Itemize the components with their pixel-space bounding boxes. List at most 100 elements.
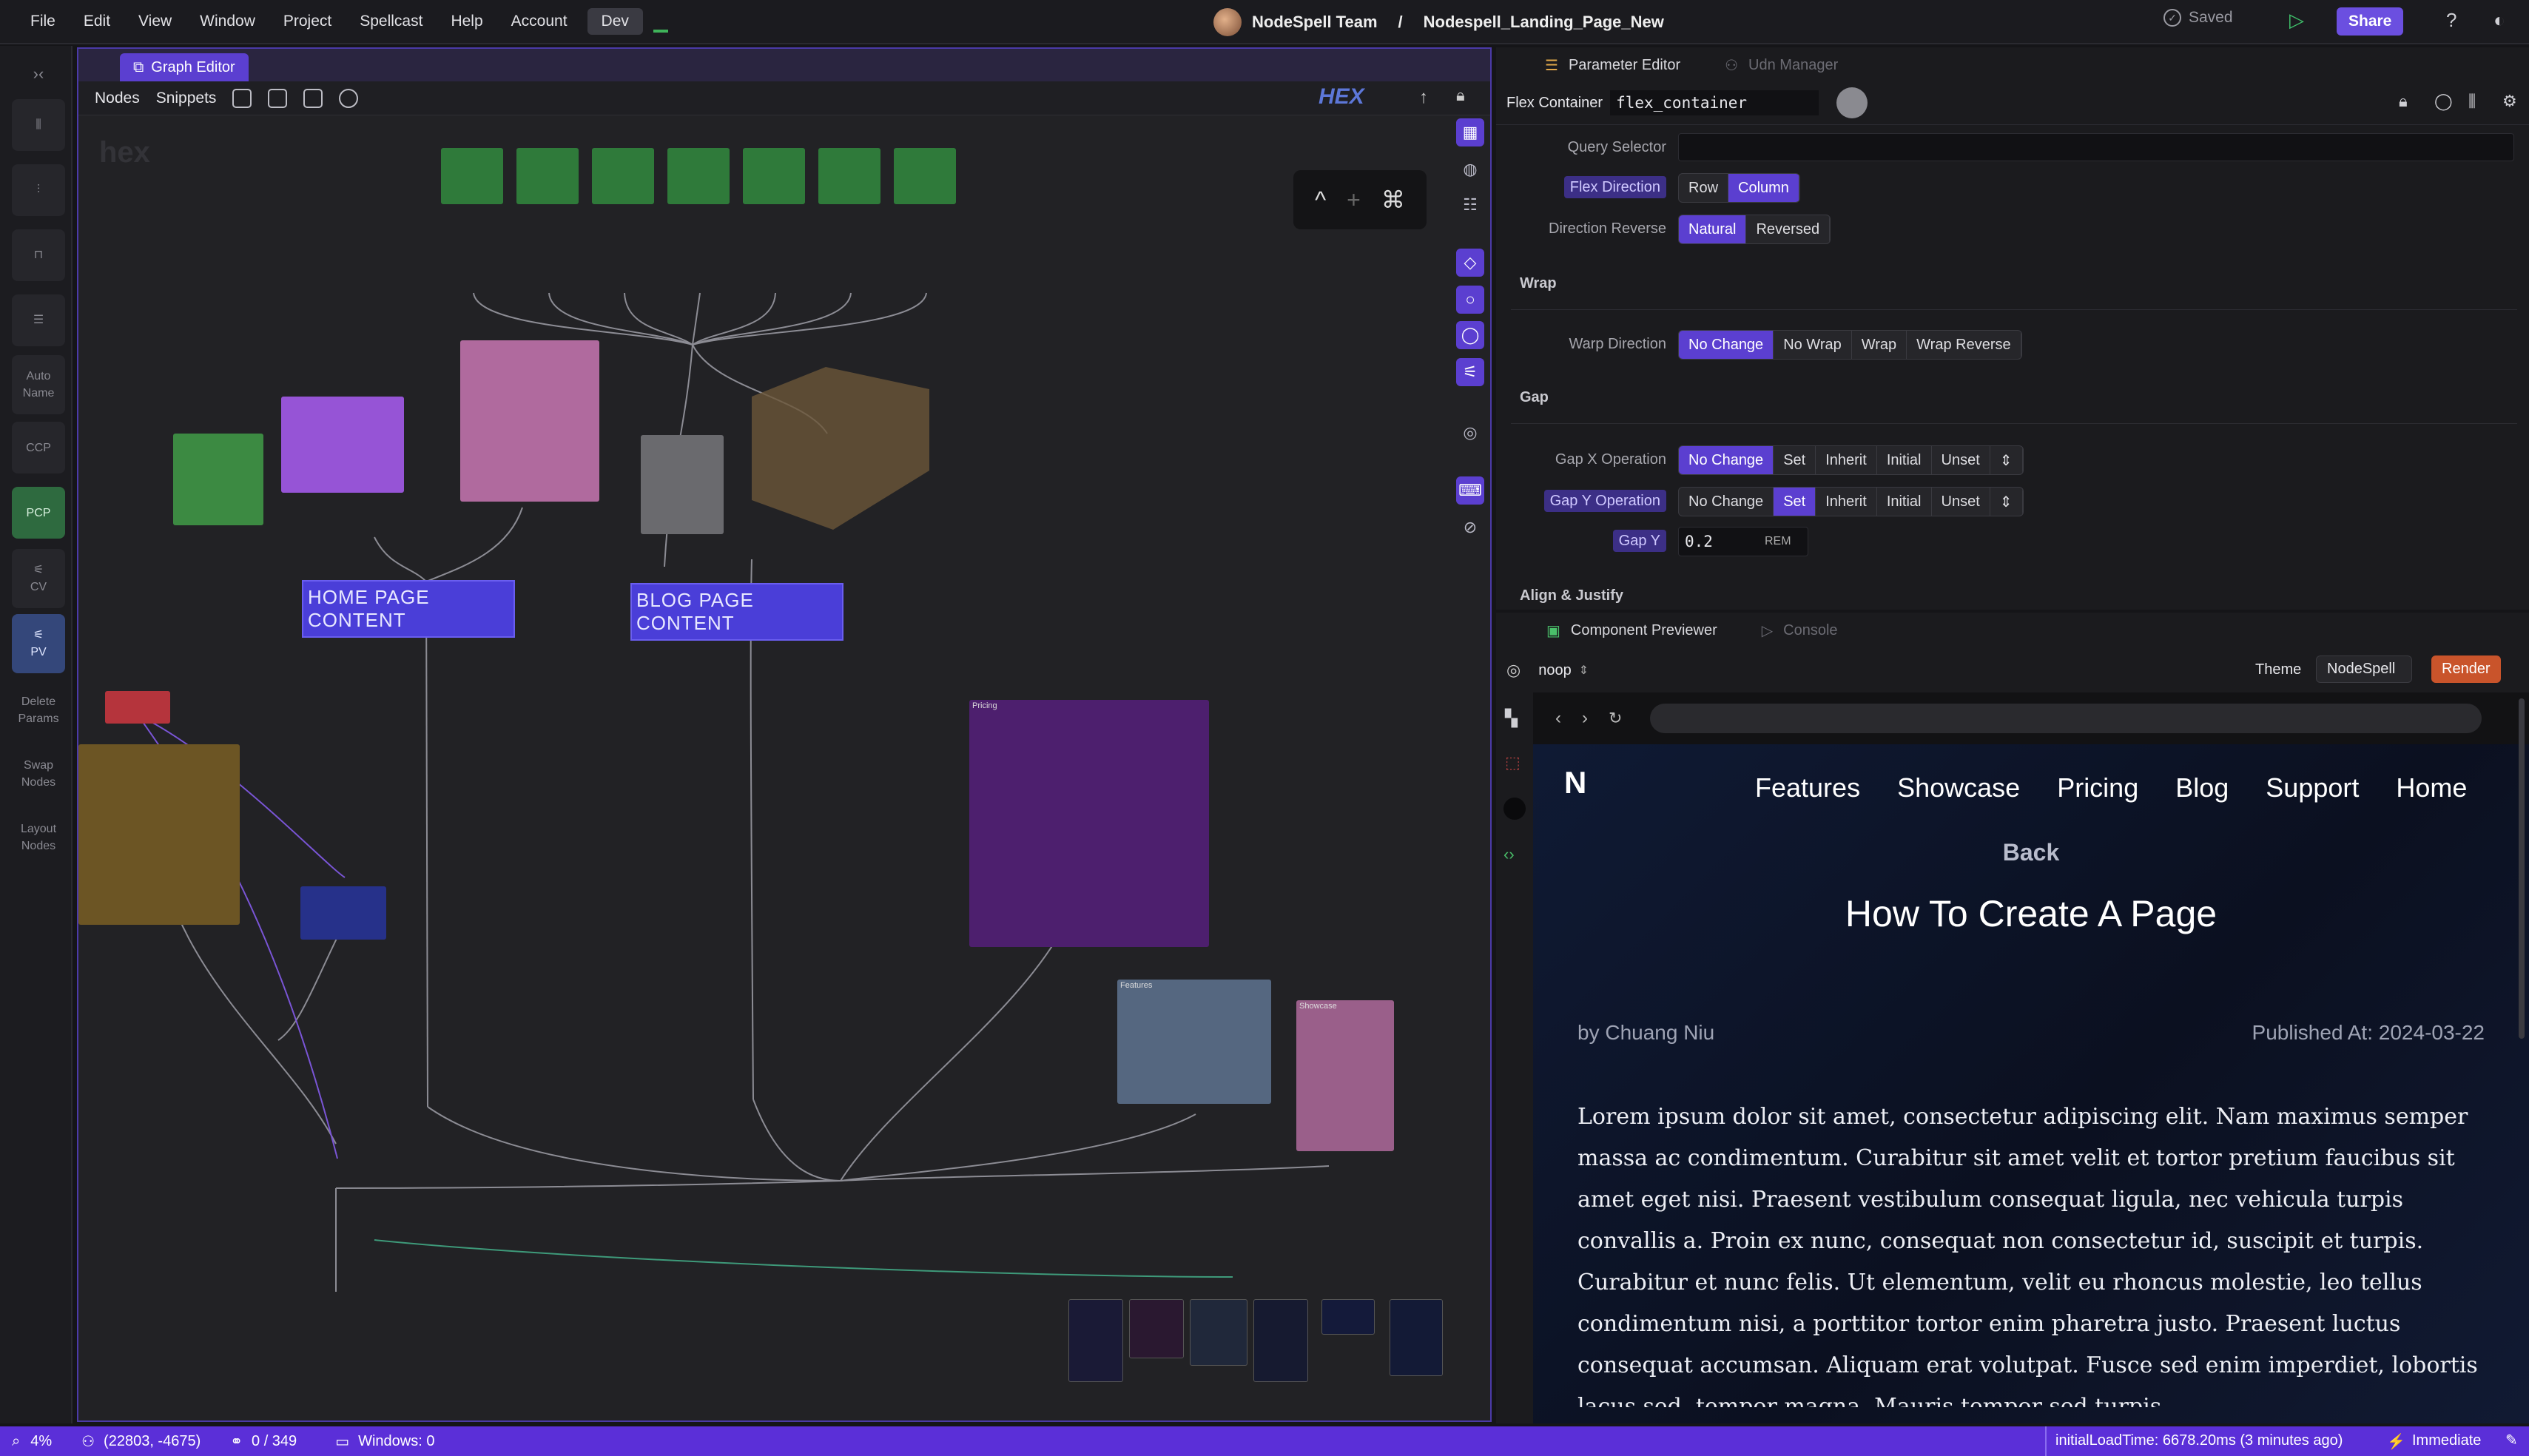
warp-wrap-reverse[interactable]: Wrap Reverse [1907, 331, 2021, 359]
comment-icon[interactable]: ◯ [1456, 321, 1484, 349]
fingerprint-icon[interactable]: ◎ [1456, 419, 1484, 447]
pv-button[interactable]: ⚟ PV [12, 614, 65, 673]
preview-thumbnail[interactable] [1068, 1299, 1123, 1382]
gap-y-value-input[interactable]: 0.2 [1679, 533, 1765, 550]
nodespell-logo[interactable]: N [1564, 765, 1586, 801]
nav-pricing[interactable]: Pricing [2057, 772, 2138, 803]
preview-scrollbar[interactable] [2519, 698, 2525, 1039]
delete-params-button[interactable]: Delete Params [12, 681, 65, 740]
distribute-horizontal-icon[interactable]: ⊓ [12, 229, 65, 281]
share-button[interactable]: Share [2337, 7, 2404, 36]
grid-icon[interactable]: ▦ [1456, 118, 1484, 146]
distribute-vertical-icon[interactable]: ☰ [12, 294, 65, 346]
doc-node[interactable] [894, 148, 956, 204]
auto-name-button[interactable]: Auto Name [12, 355, 65, 414]
gap-y-no-change[interactable]: No Change [1679, 488, 1774, 516]
menu-view[interactable]: View [124, 0, 186, 44]
circle-icon[interactable]: ○ [1456, 286, 1484, 314]
dark-mode-icon[interactable] [1503, 798, 1526, 820]
preview-thumbnail[interactable] [1321, 1299, 1375, 1335]
refresh-icon[interactable]: ↻ [1609, 709, 1622, 728]
pcp-button[interactable]: PCP [12, 487, 65, 539]
gap-y-unit[interactable]: REM [1765, 535, 1791, 548]
showcase-node-group[interactable]: Showcase [1296, 1000, 1394, 1151]
swap-nodes-button[interactable]: Swap Nodes [12, 744, 65, 803]
compass-icon[interactable]: ⊘ [1456, 513, 1484, 542]
update-mode[interactable]: Immediate [2412, 1432, 2481, 1449]
warp-no-wrap[interactable]: No Wrap [1774, 331, 1852, 359]
doc-node[interactable] [516, 148, 579, 204]
tab-component-previewer[interactable]: ▣ Component Previewer [1546, 621, 1717, 640]
render-button[interactable]: Render [2431, 655, 2501, 683]
cv-button[interactable]: ⚟ CV [12, 549, 65, 608]
doc-node[interactable] [441, 148, 503, 204]
features-node-group[interactable]: Features [1117, 980, 1271, 1104]
collapse-icon[interactable]: ›‹ [12, 59, 65, 89]
target-icon[interactable]: ◎ [1506, 661, 1521, 680]
gap-x-initial[interactable]: Initial [1877, 446, 1932, 474]
mode-select[interactable]: noop [1538, 662, 1572, 679]
gap-y-inherit[interactable]: Inherit [1816, 488, 1877, 516]
red-node[interactable] [105, 691, 170, 724]
gap-y-set[interactable]: Set [1774, 488, 1816, 516]
help-icon[interactable]: ? [2446, 9, 2456, 32]
palette-icon[interactable]: ◍ [1456, 155, 1484, 183]
node-group-gray[interactable] [641, 435, 724, 534]
comment-icon[interactable]: ◯ [2434, 92, 2453, 111]
gap-x-unset[interactable]: Unset [1932, 446, 1990, 474]
sliders-icon[interactable]: ☷ [1456, 191, 1484, 219]
edit-icon[interactable]: ✎ [2505, 1431, 2518, 1449]
address-bar[interactable] [1650, 704, 2482, 733]
nav-features[interactable]: Features [1755, 772, 1860, 803]
node-group-pink[interactable] [460, 340, 599, 502]
home-page-content-group[interactable]: HOME PAGE CONTENT [302, 580, 515, 638]
tag-icon[interactable]: ◇ [1456, 249, 1484, 277]
chevron-updown-icon[interactable]: ⇕ [1990, 488, 2023, 516]
select-box-icon[interactable]: ⬚ [1505, 753, 1521, 772]
node-group-brown[interactable] [78, 744, 240, 925]
direction-natural[interactable]: Natural [1679, 215, 1747, 243]
align-center-icon[interactable]: ⫶ [12, 164, 65, 216]
gap-y-unset[interactable]: Unset [1932, 488, 1990, 516]
gap-y-initial[interactable]: Initial [1877, 488, 1932, 516]
library-icon[interactable]: ⫼ [2468, 92, 2476, 111]
warp-wrap[interactable]: Wrap [1852, 331, 1907, 359]
tab-udn-manager[interactable]: ⚇ Udn Manager [1725, 56, 1838, 75]
keyboard-icon[interactable]: ⌨ [1456, 476, 1484, 505]
nav-home[interactable]: Home [2396, 772, 2467, 803]
chevron-updown-icon[interactable]: ⇕ [1579, 663, 1589, 678]
code-icon[interactable]: ‹› [1503, 845, 1515, 864]
gap-x-set[interactable]: Set [1774, 446, 1816, 474]
layout-nodes-button[interactable]: Layout Nodes [12, 808, 65, 867]
menu-spellcast[interactable]: Spellcast [346, 0, 437, 44]
blog-page-content-group[interactable]: BLOG PAGE CONTENT [630, 583, 843, 641]
preview-thumbnail[interactable] [1129, 1299, 1184, 1358]
nav-showcase[interactable]: Showcase [1897, 772, 2020, 803]
preview-thumbnail[interactable] [1190, 1299, 1247, 1366]
tab-console[interactable]: ▷ Console [1762, 621, 1838, 640]
forward-arrow-icon[interactable]: › [1582, 708, 1588, 729]
doc-node[interactable] [592, 148, 654, 204]
component-name-field[interactable]: flex_container [1610, 90, 1819, 115]
settings-sliders-icon[interactable]: ⚟ [1456, 358, 1484, 386]
tab-parameter-editor[interactable]: ☰ Parameter Editor [1545, 56, 1680, 75]
pricing-node-group[interactable]: Pricing [969, 700, 1209, 947]
menu-file[interactable]: File [16, 0, 70, 44]
menu-edit[interactable]: Edit [70, 0, 124, 44]
menu-window[interactable]: Window [186, 0, 269, 44]
ccp-button[interactable]: CCP [12, 422, 65, 473]
theme-toggle-icon[interactable]: ◐ [2493, 9, 2505, 32]
lock-icon[interactable]: 🔒︎ [2399, 92, 2408, 111]
chevron-updown-icon[interactable]: ⇕ [1990, 446, 2023, 474]
team-avatar[interactable] [1213, 8, 1242, 36]
flex-direction-row[interactable]: Row [1679, 174, 1729, 202]
nav-support[interactable]: Support [2266, 772, 2359, 803]
gap-x-no-change[interactable]: No Change [1679, 446, 1774, 474]
back-link[interactable]: Back [1533, 839, 2529, 866]
nav-blog[interactable]: Blog [2175, 772, 2229, 803]
node-group-hexagon[interactable] [737, 367, 944, 530]
doc-node[interactable] [818, 148, 880, 204]
zoom-level[interactable]: 4% [30, 1433, 52, 1450]
warp-no-change[interactable]: No Change [1679, 331, 1774, 359]
project-name[interactable]: Nodespell_Landing_Page_New [1424, 13, 1664, 32]
